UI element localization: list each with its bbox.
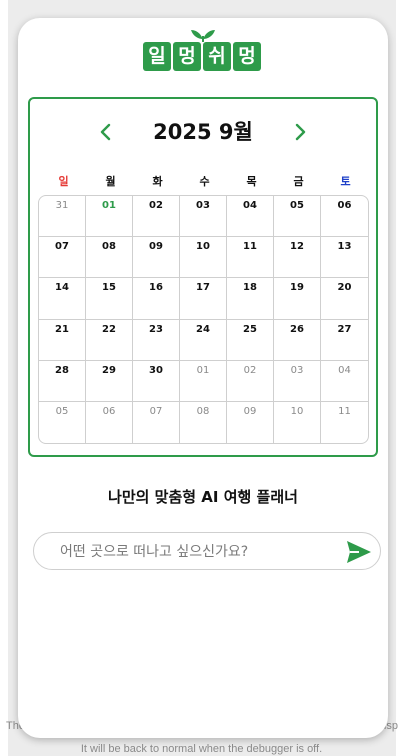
destination-input[interactable] bbox=[58, 539, 332, 565]
calendar-day-cell[interactable]: 24 bbox=[180, 319, 227, 361]
logo-tile: 멍 bbox=[233, 42, 261, 71]
calendar-day-cell[interactable]: 02 bbox=[227, 360, 274, 402]
logo-tile: 쉬 bbox=[203, 42, 231, 71]
logo-tile: 일 bbox=[143, 42, 171, 71]
calendar-day-cell[interactable]: 11 bbox=[321, 402, 368, 443]
calendar: 2025 9월 일 월 화 수 목 금 토 31 01 02 03 04 05 06 07 08… bbox=[28, 97, 378, 457]
calendar-day-cell[interactable]: 08 bbox=[180, 401, 227, 443]
weekday-mon: 월 bbox=[105, 175, 116, 188]
weekday-tue: 화 bbox=[152, 175, 163, 188]
calendar-day-cell[interactable]: 10 bbox=[180, 237, 227, 279]
calendar-day-cell[interactable]: 21 bbox=[39, 319, 86, 361]
calendar-day-cell[interactable]: 30 bbox=[133, 360, 180, 402]
calendar-day-cell[interactable]: 07 bbox=[133, 401, 180, 443]
tagline: 나만의 맞춤형 AI 여행 플래너 bbox=[108, 488, 298, 506]
calendar-day-cell[interactable]: 27 bbox=[321, 320, 368, 361]
calendar-day-cell[interactable]: 06 bbox=[321, 196, 368, 238]
app-card: 일 멍 쉬 멍 2025 9월 일 월 화 수 목 금 토 31 01 02 0… bbox=[18, 18, 388, 738]
calendar-day-cell[interactable]: 17 bbox=[180, 278, 227, 320]
app-logo[interactable]: 일 멍 쉬 멍 bbox=[143, 28, 265, 74]
calendar-day-cell[interactable]: 11 bbox=[227, 237, 274, 279]
calendar-day-cell[interactable]: 09 bbox=[133, 237, 180, 279]
calendar-grid: 31 01 02 03 04 05 06 07 08 09 10 11 12 13 14 15 16 17 18 19… bbox=[38, 195, 369, 444]
calendar-day-cell[interactable]: 05 bbox=[39, 401, 86, 443]
weekday-sat: 토 bbox=[340, 175, 351, 188]
search-bar bbox=[33, 532, 381, 570]
calendar-day-cell[interactable]: 04 bbox=[321, 361, 368, 402]
calendar-day-cell[interactable]: 03 bbox=[180, 196, 227, 238]
send-button[interactable] bbox=[345, 538, 373, 566]
send-icon bbox=[347, 541, 371, 563]
calendar-day-cell[interactable]: 20 bbox=[321, 278, 368, 320]
weekday-row: 일 월 화 수 목 금 토 bbox=[40, 173, 369, 189]
next-month-button[interactable] bbox=[286, 117, 316, 147]
calendar-day-cell[interactable]: 25 bbox=[227, 319, 274, 361]
calendar-day-cell[interactable]: 29 bbox=[86, 360, 133, 402]
calendar-day-cell[interactable]: 06 bbox=[86, 401, 133, 443]
calendar-day-cell[interactable]: 04 bbox=[227, 196, 274, 238]
calendar-day-cell[interactable]: 09 bbox=[227, 401, 274, 443]
month-title: 2025 9월 bbox=[153, 120, 253, 144]
weekday-wed: 수 bbox=[199, 175, 210, 188]
calendar-day-cell[interactable]: 03 bbox=[274, 360, 321, 402]
debugger-notice-line2: It will be back to normal when the debug… bbox=[80, 743, 323, 755]
calendar-day-cell[interactable]: 10 bbox=[274, 401, 321, 443]
chevron-left-icon bbox=[100, 123, 111, 141]
leaf-icon bbox=[191, 30, 215, 42]
calendar-day-cell[interactable]: 12 bbox=[274, 237, 321, 279]
calendar-day-cell[interactable]: 28 bbox=[39, 360, 86, 402]
weekday-fri: 금 bbox=[293, 175, 304, 188]
logo-tiles: 일 멍 쉬 멍 bbox=[143, 42, 261, 71]
chevron-right-icon bbox=[295, 123, 306, 141]
calendar-day-cell[interactable]: 07 bbox=[39, 237, 86, 279]
weekday-thu: 목 bbox=[246, 175, 257, 188]
calendar-day-cell[interactable]: 26 bbox=[274, 319, 321, 361]
calendar-day-cell[interactable]: 13 bbox=[321, 237, 368, 279]
calendar-day-cell[interactable]: 23 bbox=[133, 319, 180, 361]
calendar-day-cell[interactable]: 01 bbox=[180, 360, 227, 402]
logo-tile: 멍 bbox=[173, 42, 201, 71]
calendar-day-cell[interactable]: 05 bbox=[274, 196, 321, 238]
calendar-day-cell[interactable]: 14 bbox=[39, 278, 86, 320]
calendar-day-cell[interactable]: 02 bbox=[133, 196, 180, 238]
prev-month-button[interactable] bbox=[90, 117, 120, 147]
calendar-day-cell[interactable]: 01 bbox=[86, 196, 133, 238]
calendar-day-cell[interactable]: 31 bbox=[39, 196, 86, 238]
calendar-day-cell[interactable]: 19 bbox=[274, 278, 321, 320]
calendar-day-cell[interactable]: 08 bbox=[86, 237, 133, 279]
calendar-day-cell[interactable]: 16 bbox=[133, 278, 180, 320]
calendar-day-cell[interactable]: 15 bbox=[86, 278, 133, 320]
calendar-day-cell[interactable]: 22 bbox=[86, 319, 133, 361]
weekday-sun: 일 bbox=[58, 175, 69, 188]
calendar-day-cell[interactable]: 18 bbox=[227, 278, 274, 320]
calendar-header: 2025 9월 bbox=[30, 117, 376, 147]
